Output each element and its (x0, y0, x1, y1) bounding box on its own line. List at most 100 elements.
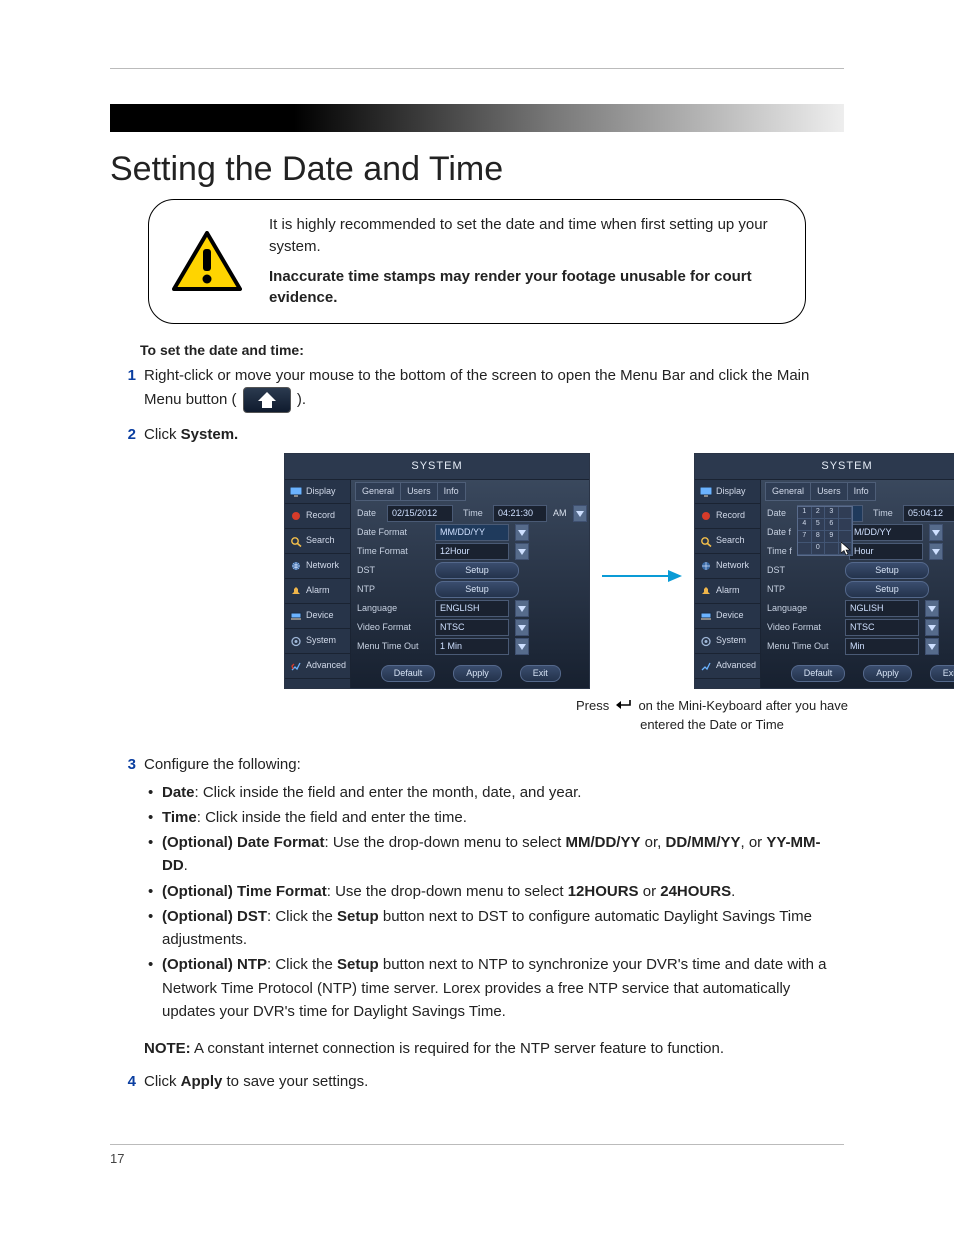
sidebar-item-network[interactable]: Network (285, 554, 350, 579)
panel-sidebar: Display Record Search Network Alarm Devi… (695, 480, 761, 689)
sidebar-item-display[interactable]: Display (695, 480, 760, 505)
video-format-dropdown[interactable] (515, 619, 529, 636)
sidebar-item-record[interactable]: Record (285, 504, 350, 529)
sidebar-item-search[interactable]: Search (695, 529, 760, 554)
step2-text-a: Click (144, 426, 181, 443)
dst-label: DST (355, 564, 431, 578)
time-field[interactable]: 04:21:30 (493, 505, 547, 522)
main-menu-button-icon (243, 387, 291, 413)
exit-button[interactable]: Exit (930, 665, 954, 682)
date-format-field[interactable]: MM/DD/YY (435, 524, 509, 541)
tab-info[interactable]: Info (438, 482, 466, 502)
bullet-ntp: (Optional) NTP: Click the Setup button n… (148, 953, 844, 1023)
date-format-field[interactable]: M/DD/YY (849, 524, 923, 541)
language-field[interactable]: NGLISH (845, 600, 919, 617)
tab-users[interactable]: Users (811, 482, 848, 502)
panel-content: General Users Info Date 02/15/2012 Time … (351, 480, 591, 689)
ampm-dropdown[interactable] (573, 505, 587, 522)
language-dropdown[interactable] (925, 600, 939, 617)
step-3: 3 Configure the following: Date: Click i… (110, 753, 844, 1060)
tab-general[interactable]: General (355, 482, 401, 502)
dst-setup-button[interactable]: Setup (435, 562, 519, 579)
sidebar-item-search[interactable]: Search (285, 529, 350, 554)
page-number: 17 (110, 1151, 844, 1166)
sidebar-item-network[interactable]: Network (695, 554, 760, 579)
date-format-label: Date Format (355, 526, 431, 540)
panel-content: General Users Info Date 0 /15/2012 Time … (761, 480, 954, 689)
bullet-date-format: (Optional) Date Format: Use the drop-dow… (148, 831, 844, 878)
video-format-dropdown[interactable] (925, 619, 939, 636)
warning-icon (167, 231, 247, 293)
menu-timeout-field[interactable]: 1 Min (435, 638, 509, 655)
note-paragraph: NOTE: A constant internet connection is … (144, 1037, 844, 1060)
date-format-label-trunc: Date f (765, 526, 797, 540)
time-format-dropdown[interactable] (929, 543, 943, 560)
bottom-rule (110, 1144, 844, 1145)
video-format-label: Video Format (765, 621, 841, 635)
time-format-field[interactable]: Hour (849, 543, 923, 560)
sidebar-item-system[interactable]: System (695, 629, 760, 654)
time-format-field[interactable]: 12Hour (435, 543, 509, 560)
menu-timeout-label: Menu Time Out (765, 640, 841, 654)
language-dropdown[interactable] (515, 600, 529, 617)
panel-sidebar: Display Record Search Network Alarm Devi… (285, 480, 351, 689)
steps-list: 1 Right-click or move your mouse to the … (110, 364, 844, 1094)
time-format-dropdown[interactable] (515, 543, 529, 560)
video-format-field[interactable]: NTSC (435, 619, 509, 636)
step2-text-b: System. (181, 426, 239, 443)
bullet-time: Time: Click inside the field and enter t… (148, 806, 844, 829)
screenshot-panels: SYSTEM Display Record Search Network Ala… (284, 453, 954, 690)
ntp-setup-button[interactable]: Setup (435, 581, 519, 598)
tab-info[interactable]: Info (848, 482, 876, 502)
date-field[interactable]: 02/15/2012 (387, 505, 453, 522)
apply-button[interactable]: Apply (863, 665, 912, 682)
top-rule (110, 68, 844, 69)
date-label: Date (355, 507, 383, 521)
panel-caption: Press on the Mini-Keyboard after you hav… (560, 697, 864, 733)
sidebar-item-advanced[interactable]: Advanced (285, 654, 350, 679)
sidebar-item-alarm[interactable]: Alarm (285, 579, 350, 604)
default-button[interactable]: Default (381, 665, 436, 682)
apply-button[interactable]: Apply (453, 665, 502, 682)
sidebar-item-advanced[interactable]: Advanced (695, 654, 760, 679)
tab-general[interactable]: General (765, 482, 811, 502)
language-label: Language (765, 602, 841, 616)
sidebar-item-device[interactable]: Device (695, 604, 760, 629)
language-field[interactable]: ENGLISH (435, 600, 509, 617)
dst-setup-button[interactable]: Setup (845, 562, 929, 579)
enter-key-icon (615, 698, 633, 716)
ampm-label: AM (553, 507, 567, 521)
menu-timeout-field[interactable]: Min (845, 638, 919, 655)
date-format-dropdown[interactable] (515, 524, 529, 541)
sidebar-item-record[interactable]: Record (695, 504, 760, 529)
exit-button[interactable]: Exit (520, 665, 561, 682)
sidebar-item-device[interactable]: Device (285, 604, 350, 629)
step-1: 1 Right-click or move your mouse to the … (110, 364, 844, 413)
time-field[interactable]: 05:04:12 (903, 505, 954, 522)
ntp-label: NTP (355, 583, 431, 597)
system-panel-right: SYSTEM Display Record Search Network Ala… (694, 453, 954, 690)
time-label: Time (867, 507, 899, 521)
ntp-setup-button[interactable]: Setup (845, 581, 929, 598)
bullet-time-format: (Optional) Time Format: Use the drop-dow… (148, 880, 844, 903)
menu-timeout-dropdown[interactable] (515, 638, 529, 655)
time-label: Time (457, 507, 489, 521)
bullet-dst: (Optional) DST: Click the Setup button n… (148, 905, 844, 952)
default-button[interactable]: Default (791, 665, 846, 682)
date-label: Date (765, 507, 793, 521)
sidebar-item-system[interactable]: System (285, 629, 350, 654)
sidebar-item-display[interactable]: Display (285, 480, 350, 505)
date-format-dropdown[interactable] (929, 524, 943, 541)
video-format-field[interactable]: NTSC (845, 619, 919, 636)
bullet-date: Date: Click inside the field and enter t… (148, 781, 844, 804)
panel-title: SYSTEM (695, 454, 954, 480)
video-format-label: Video Format (355, 621, 431, 635)
dst-label: DST (765, 564, 841, 578)
step-number: 1 (110, 364, 144, 413)
step3-bullets: Date: Click inside the field and enter t… (144, 781, 844, 1024)
sidebar-item-alarm[interactable]: Alarm (695, 579, 760, 604)
menu-timeout-dropdown[interactable] (925, 638, 939, 655)
system-panel-left: SYSTEM Display Record Search Network Ala… (284, 453, 590, 690)
menu-timeout-label: Menu Time Out (355, 640, 431, 654)
tab-users[interactable]: Users (401, 482, 438, 502)
